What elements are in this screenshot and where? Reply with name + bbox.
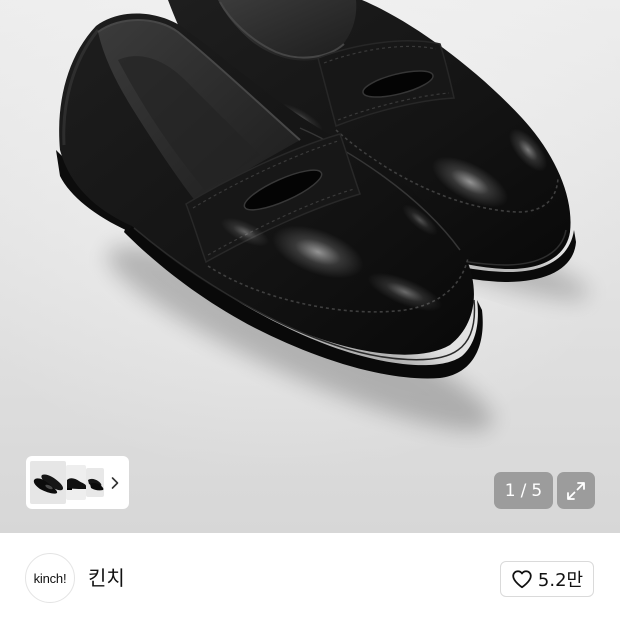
brand-logo-text: kinch! xyxy=(33,570,67,586)
brand-name[interactable]: 킨치 xyxy=(88,565,125,591)
brand-bar: kinch! 킨치 5.2만 xyxy=(0,533,620,620)
chevron-right-icon[interactable] xyxy=(110,476,120,490)
image-counter-separator: / xyxy=(520,480,527,501)
thumbnail-image xyxy=(88,478,104,491)
like-button[interactable]: 5.2만 xyxy=(500,561,594,597)
thumbnail-image xyxy=(67,478,86,490)
heart-outline-icon xyxy=(512,570,532,589)
image-counter-total: 5 xyxy=(531,480,543,501)
product-image-carousel[interactable]: 1 / 5 xyxy=(0,0,620,533)
like-count: 5.2만 xyxy=(537,570,584,591)
thumbnail-image xyxy=(33,474,64,494)
thumbnail-strip[interactable] xyxy=(26,456,129,509)
expand-button[interactable] xyxy=(557,472,595,509)
product-photo xyxy=(0,0,620,533)
thumbnail-2[interactable] xyxy=(66,465,86,500)
brand-logo[interactable]: kinch! xyxy=(25,553,75,603)
expand-icon xyxy=(567,481,585,500)
image-counter-current: 1 xyxy=(504,480,516,501)
thumbnail-1[interactable] xyxy=(30,461,66,504)
image-counter: 1 / 5 xyxy=(494,472,553,509)
thumbnail-3[interactable] xyxy=(86,468,104,497)
